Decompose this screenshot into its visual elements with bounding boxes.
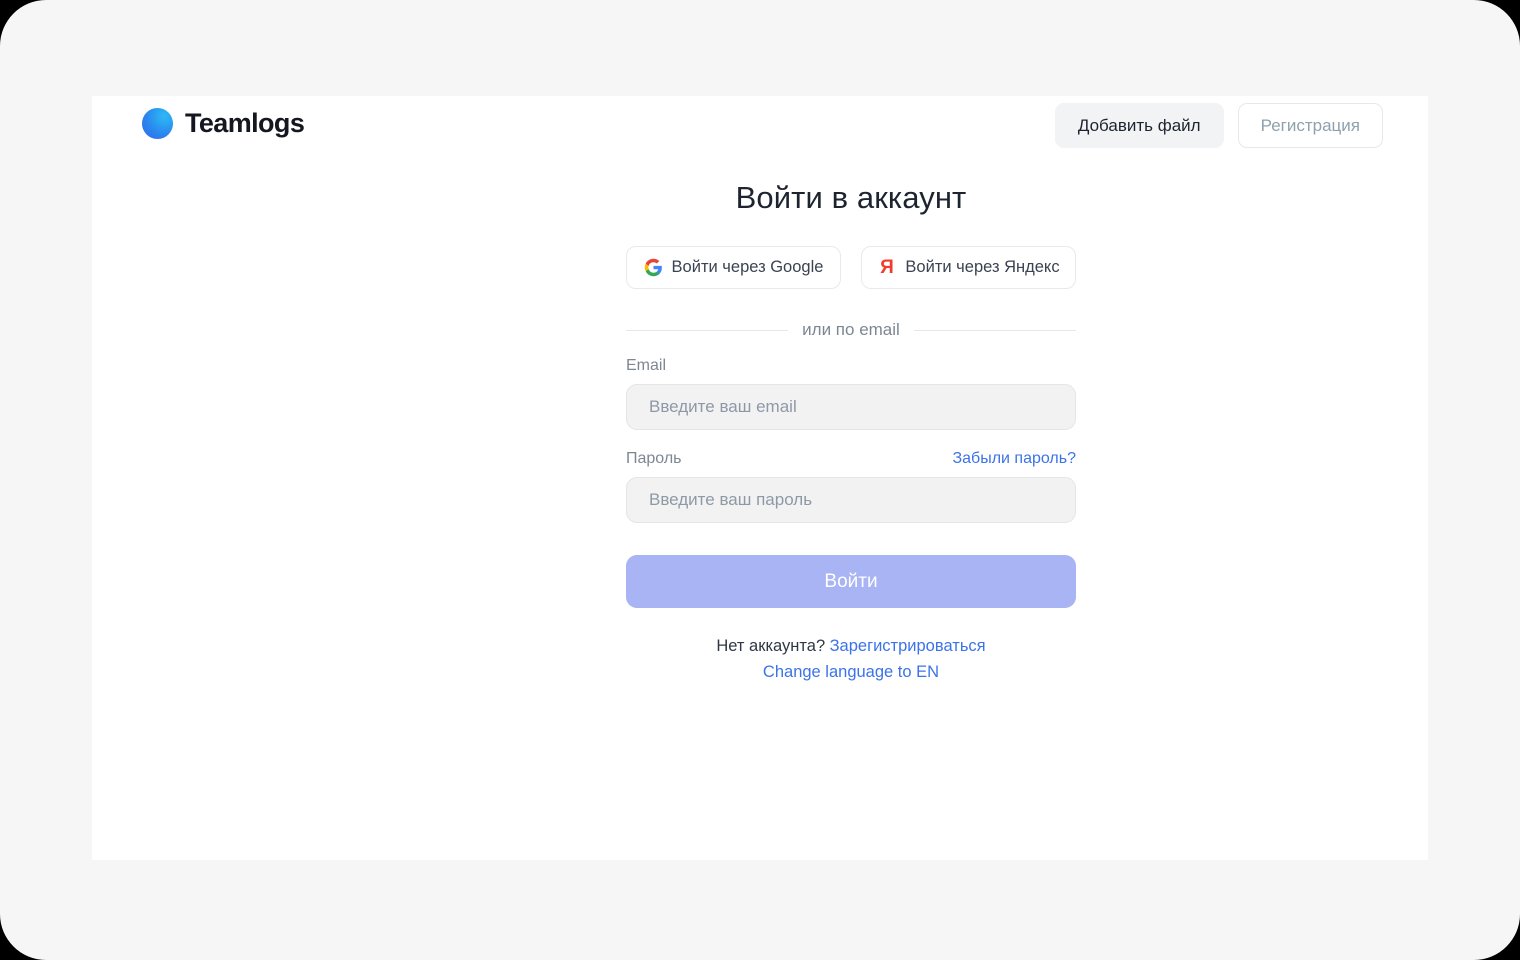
forgot-password-link[interactable]: Забыли пароль?	[952, 450, 1076, 468]
email-field-head: Email	[626, 357, 1076, 376]
page-title: Войти в аккаунт	[735, 180, 967, 215]
app-header: Teamlogs Добавить файл Регистрация	[92, 96, 1428, 158]
email-input[interactable]	[626, 384, 1076, 430]
register-button[interactable]: Регистрация	[1237, 103, 1383, 148]
register-link[interactable]: Зарегистрироваться	[830, 637, 986, 655]
login-submit-button[interactable]: Войти	[626, 555, 1076, 608]
password-label: Пароль	[626, 450, 682, 467]
device-frame: Teamlogs Добавить файл Регистрация Войти…	[0, 0, 1520, 960]
google-login-button[interactable]: Войти через Google	[626, 246, 841, 289]
password-field-group: Пароль Забыли пароль?	[626, 450, 1076, 523]
no-account-row: Нет аккаунта? Зарегистрироваться	[626, 634, 1076, 659]
divider-label: или по email	[802, 320, 900, 339]
form-footer: Нет аккаунта? Зарегистрироваться Change …	[626, 634, 1076, 685]
divider-rule-left	[626, 329, 789, 331]
yandex-icon: Я	[880, 257, 894, 278]
app-panel: Teamlogs Добавить файл Регистрация Войти…	[92, 96, 1428, 860]
yandex-login-label: Войти через Яндекс	[905, 258, 1060, 276]
email-field-group: Email	[626, 357, 1076, 430]
oauth-buttons: Войти через Google Я Войти через Яндекс	[626, 246, 1076, 289]
password-input[interactable]	[626, 477, 1076, 523]
google-icon	[644, 258, 662, 277]
change-language-link[interactable]: Change language to EN	[763, 663, 939, 681]
password-field-head: Пароль Забыли пароль?	[626, 450, 1076, 469]
google-login-label: Войти через Google	[671, 258, 824, 276]
divider-rule-right	[913, 329, 1076, 331]
email-divider: или по email	[626, 320, 1076, 340]
login-form: Войти в аккаунт Войти через Google Я Вой…	[626, 180, 1076, 685]
teamlogs-sphere-logo-icon	[142, 108, 173, 139]
add-file-button[interactable]: Добавить файл	[1054, 103, 1224, 148]
brand-name-label: Teamlogs	[185, 108, 305, 138]
email-label: Email	[626, 357, 667, 374]
no-account-text: Нет аккаунта?	[716, 637, 826, 655]
language-row: Change language to EN	[626, 660, 1076, 685]
header-actions: Добавить файл Регистрация	[1054, 103, 1383, 148]
brand-logo[interactable]: Teamlogs	[142, 108, 305, 139]
yandex-login-button[interactable]: Я Войти через Яндекс	[861, 246, 1076, 289]
